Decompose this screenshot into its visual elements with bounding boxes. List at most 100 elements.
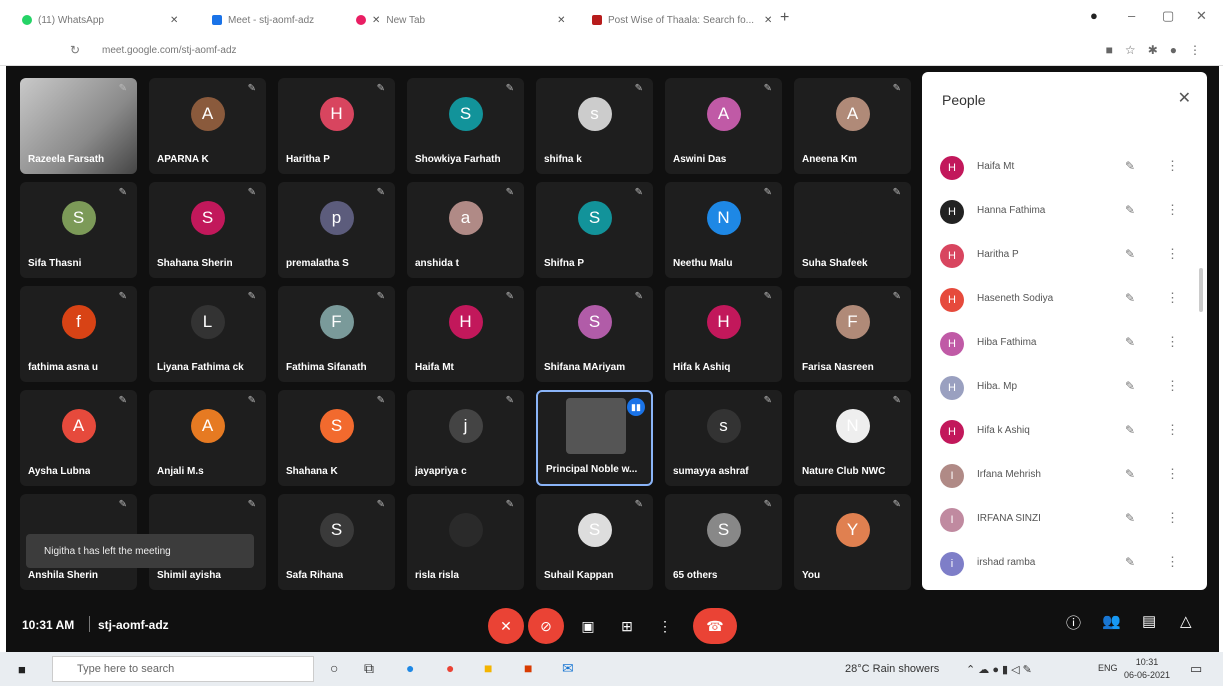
activities-icon[interactable]: △: [1180, 612, 1192, 630]
close-icon[interactable]: ✕: [170, 15, 178, 26]
camera-icon[interactable]: ■: [1106, 43, 1113, 57]
participant-tile[interactable]: ✎ Razeela Farsath: [20, 78, 137, 174]
tab-meet[interactable]: Meet - stj-aomf-adz: [212, 8, 314, 32]
mic-muted-icon[interactable]: ✎: [1125, 291, 1135, 305]
tray-icons[interactable]: ⌃ ☁ ● ▮ ◁ ✎: [966, 663, 1032, 676]
participant-tile[interactable]: ✎ F Fathima Sifanath: [278, 286, 395, 382]
mic-muted-icon[interactable]: ✎: [1125, 467, 1135, 481]
scrollbar[interactable]: [1199, 268, 1203, 312]
participant-tile[interactable]: ✎ A Aswini Das: [665, 78, 782, 174]
minimize-icon[interactable]: –: [1128, 8, 1135, 23]
participant-tile[interactable]: ✎ N Neethu Malu: [665, 182, 782, 278]
participant-tile[interactable]: ✎ a anshida t: [407, 182, 524, 278]
participant-tile[interactable]: ✎ H Haritha P: [278, 78, 395, 174]
participant-tile[interactable]: ✎ S Safa Rihana: [278, 494, 395, 590]
more-options-icon[interactable]: ⋮: [1166, 334, 1179, 350]
people-icon[interactable]: 👥: [1102, 612, 1121, 630]
participant-tile[interactable]: ✎ A Aneena Km: [794, 78, 911, 174]
mic-muted-icon[interactable]: ✎: [1125, 203, 1135, 217]
people-list-item[interactable]: I IRFANA SINZI ✎ ⋮: [922, 500, 1207, 544]
mic-muted-icon[interactable]: ✎: [1125, 423, 1135, 437]
participant-tile[interactable]: ✎ s shifna k: [536, 78, 653, 174]
office-icon[interactable]: ■: [524, 660, 532, 676]
participant-tile[interactable]: ✎ S 65 others: [665, 494, 782, 590]
cortana-icon[interactable]: ○: [330, 660, 338, 676]
more-options-icon[interactable]: ⋮: [1166, 466, 1179, 482]
more-options-icon[interactable]: ⋮: [1166, 378, 1179, 394]
people-list-item[interactable]: H Haifa Mt ✎ ⋮: [922, 148, 1207, 192]
close-window-icon[interactable]: ✕: [1196, 8, 1207, 24]
task-view-icon[interactable]: ⧉: [364, 660, 374, 677]
info-icon[interactable]: ⓘ: [1066, 612, 1081, 633]
people-list-item[interactable]: H Hiba. Mp ✎ ⋮: [922, 368, 1207, 412]
more-options-button[interactable]: ⋮: [647, 608, 683, 644]
more-options-icon[interactable]: ⋮: [1166, 510, 1179, 526]
maximize-icon[interactable]: ▢: [1162, 8, 1174, 24]
url-field[interactable]: meet.google.com/stj-aomf-adz: [102, 45, 237, 56]
language-indicator[interactable]: ENG: [1098, 663, 1118, 673]
participant-tile[interactable]: ✎ j jayapriya c: [407, 390, 524, 486]
participant-tile[interactable]: ✎ H Hifa k Ashiq: [665, 286, 782, 382]
participant-tile[interactable]: ✎ S Shifna P: [536, 182, 653, 278]
participant-tile[interactable]: ✎ L Liyana Fathima ck: [149, 286, 266, 382]
tab-new-tab[interactable]: ✕ New Tab ✕: [356, 8, 566, 32]
more-options-icon[interactable]: ⋮: [1166, 246, 1179, 262]
people-list-item[interactable]: H Haseneth Sodiya ✎ ⋮: [922, 280, 1207, 324]
mic-muted-icon[interactable]: ✎: [1125, 159, 1135, 173]
people-list-item[interactable]: I Irfana Mehrish ✎ ⋮: [922, 456, 1207, 500]
system-clock[interactable]: 10:31 06-06-2021: [1124, 656, 1170, 682]
more-options-icon[interactable]: ⋮: [1166, 158, 1179, 174]
participant-tile[interactable]: ✎ S Shahana Sherin: [149, 182, 266, 278]
participant-tile[interactable]: ✎ Y You: [794, 494, 911, 590]
participant-tile[interactable]: ✎ S Shifana MAriyam: [536, 286, 653, 382]
participant-tile[interactable]: ✎ A APARNA K: [149, 78, 266, 174]
close-icon[interactable]: ✕: [1178, 88, 1191, 108]
mail-icon[interactable]: ✉: [562, 660, 574, 677]
people-list-item[interactable]: H Haritha P ✎ ⋮: [922, 236, 1207, 280]
mic-muted-icon[interactable]: ✎: [1125, 555, 1135, 569]
edge-icon[interactable]: ●: [406, 660, 414, 676]
people-list-item[interactable]: H Hanna Fathima ✎ ⋮: [922, 192, 1207, 236]
windows-start-icon[interactable]: ■: [18, 662, 26, 677]
extensions-icon[interactable]: ✱: [1148, 43, 1158, 57]
participant-tile[interactable]: ✎ H Haifa Mt: [407, 286, 524, 382]
participant-tile[interactable]: ✎ p premalatha S: [278, 182, 395, 278]
camera-toggle-button[interactable]: ⊘: [528, 608, 564, 644]
more-options-icon[interactable]: ⋮: [1166, 202, 1179, 218]
reload-icon[interactable]: ↻: [70, 43, 80, 57]
participant-tile[interactable]: ✎ f fathima asna u: [20, 286, 137, 382]
profile-avatar[interactable]: ●: [1170, 43, 1177, 57]
people-list-item[interactable]: H Hiba Fathima ✎ ⋮: [922, 324, 1207, 368]
notification-icon[interactable]: ▭: [1190, 661, 1202, 677]
participant-tile[interactable]: ✎ S Sifa Thasni: [20, 182, 137, 278]
menu-icon[interactable]: ⋮: [1189, 43, 1201, 57]
more-options-icon[interactable]: ⋮: [1166, 554, 1179, 570]
mic-muted-icon[interactable]: ✎: [1125, 335, 1135, 349]
participant-tile[interactable]: ✎ A Anjali M.s: [149, 390, 266, 486]
mic-toggle-button[interactable]: ✕: [488, 608, 524, 644]
present-button[interactable]: ⊞: [609, 608, 645, 644]
close-icon[interactable]: ✕: [372, 15, 380, 26]
participant-tile[interactable]: ✎ N Nature Club NWC: [794, 390, 911, 486]
new-tab-icon[interactable]: +: [780, 9, 789, 27]
participant-tile[interactable]: ▮▮ Principal Noble w...: [536, 390, 653, 486]
participant-tile[interactable]: ✎ A Aysha Lubna: [20, 390, 137, 486]
taskbar-search-input[interactable]: Type here to search: [52, 656, 314, 682]
file-explorer-icon[interactable]: ■: [484, 660, 492, 676]
participant-tile[interactable]: ✎ Suha Shafeek: [794, 182, 911, 278]
chrome-icon[interactable]: ●: [446, 660, 454, 676]
mic-muted-icon[interactable]: ✎: [1125, 511, 1135, 525]
chat-icon[interactable]: ▤: [1142, 612, 1156, 630]
mic-muted-icon[interactable]: ✎: [1125, 247, 1135, 261]
tab-whatsapp[interactable]: (11) WhatsApp ✕: [22, 8, 178, 32]
more-options-icon[interactable]: ⋮: [1166, 422, 1179, 438]
participant-tile[interactable]: ✎ s sumayya ashraf: [665, 390, 782, 486]
participant-tile[interactable]: ✎ S Suhail Kappan: [536, 494, 653, 590]
close-icon[interactable]: ✕: [764, 15, 772, 26]
captions-button[interactable]: ▣: [570, 608, 606, 644]
participant-tile[interactable]: ✎ S Shahana K: [278, 390, 395, 486]
participant-tile[interactable]: ✎ F Farisa Nasreen: [794, 286, 911, 382]
people-list-item[interactable]: i irshad ramba ✎ ⋮: [922, 544, 1207, 588]
leave-call-button[interactable]: ☎: [693, 608, 737, 644]
people-list-item[interactable]: H Hifa k Ashiq ✎ ⋮: [922, 412, 1207, 456]
